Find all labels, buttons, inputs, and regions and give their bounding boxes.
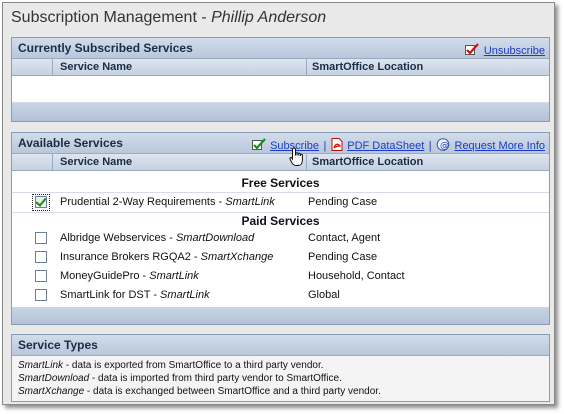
available-panel: Available Services Subscribe | PDF DataS… xyxy=(11,132,550,325)
list-item: SmartLink for DST - SmartLink Global xyxy=(12,286,549,304)
page-title-prefix: Subscription Management - xyxy=(11,9,212,26)
subscribed-footer xyxy=(12,103,549,121)
service-type-line: SmartDownload - data is imported from th… xyxy=(18,373,342,384)
service-name: SmartLink for DST - SmartLink xyxy=(60,289,210,301)
service-checkbox[interactable] xyxy=(35,232,47,244)
service-location: Global xyxy=(308,289,340,301)
service-checkbox[interactable] xyxy=(35,251,47,263)
subscription-window: Subscription Management - Phillip Anders… xyxy=(2,2,555,405)
list-item: Prudential 2-Way Requirements - SmartLin… xyxy=(12,192,549,213)
subscribed-col-location: SmartOffice Location xyxy=(312,61,424,73)
list-item: Insurance Brokers RGQA2 - SmartXchange P… xyxy=(12,248,549,266)
available-column-header: Service Name SmartOffice Location xyxy=(12,154,549,171)
available-footer xyxy=(12,307,549,324)
service-types-header: Service Types xyxy=(12,335,549,356)
service-types-body: SmartLink - data is exported from SmartO… xyxy=(12,356,549,401)
available-col-location: SmartOffice Location xyxy=(312,156,424,168)
unsubscribe-action[interactable]: Unsubscribe xyxy=(465,41,545,59)
pdf-icon xyxy=(331,138,343,151)
pdf-datasheet-link[interactable]: PDF DataSheet xyxy=(347,140,424,152)
service-checkbox[interactable] xyxy=(35,270,47,282)
red-check-icon xyxy=(465,43,480,55)
available-header: Available Services Subscribe | PDF DataS… xyxy=(12,133,549,154)
available-heading: Available Services xyxy=(18,136,123,150)
service-location: Pending Case xyxy=(308,196,378,208)
service-location: Pending Case xyxy=(308,251,378,263)
free-services-label: Free Services xyxy=(241,176,320,190)
service-types-heading: Service Types xyxy=(18,338,98,352)
subscribed-heading: Currently Subscribed Services xyxy=(18,41,193,55)
subscribed-col-name: Service Name xyxy=(60,61,133,73)
service-checkbox[interactable] xyxy=(35,196,47,208)
service-location: Contact, Agent xyxy=(308,232,381,244)
service-name: Insurance Brokers RGQA2 - SmartXchange xyxy=(60,251,274,263)
list-item: Albridge Webservices - SmartDownload Con… xyxy=(12,229,549,247)
subscribed-empty-list xyxy=(12,76,549,103)
subscribed-header: Currently Subscribed Services Unsubscrib… xyxy=(12,38,549,59)
hand-cursor-icon xyxy=(289,147,303,166)
green-check-icon xyxy=(251,138,266,150)
subscribed-column-header: Service Name SmartOffice Location xyxy=(12,59,549,76)
page-title-user: Phillip Anderson xyxy=(211,9,327,26)
available-col-name: Service Name xyxy=(60,156,133,168)
list-item: MoneyGuidePro - SmartLink Household, Con… xyxy=(12,267,549,285)
service-name: Albridge Webservices - SmartDownload xyxy=(60,232,255,244)
page-title: Subscription Management - Phillip Anders… xyxy=(11,9,326,27)
service-type-line: SmartXchange - data is exchanged between… xyxy=(18,386,381,397)
svg-text:@: @ xyxy=(440,141,449,151)
request-info-link[interactable]: Request More Info xyxy=(455,140,546,152)
unsubscribe-link[interactable]: Unsubscribe xyxy=(484,45,545,57)
service-name: Prudential 2-Way Requirements - SmartLin… xyxy=(60,196,275,208)
service-type-line: SmartLink - data is exported from SmartO… xyxy=(18,360,324,371)
service-name: MoneyGuidePro - SmartLink xyxy=(60,270,199,282)
paid-services-label: Paid Services xyxy=(241,214,320,228)
info-mail-icon: @ xyxy=(436,138,450,151)
subscribed-panel: Currently Subscribed Services Unsubscrib… xyxy=(11,37,550,122)
service-types-panel: Service Types SmartLink - data is export… xyxy=(11,334,550,402)
service-location: Household, Contact xyxy=(308,270,405,282)
service-checkbox[interactable] xyxy=(35,289,47,301)
